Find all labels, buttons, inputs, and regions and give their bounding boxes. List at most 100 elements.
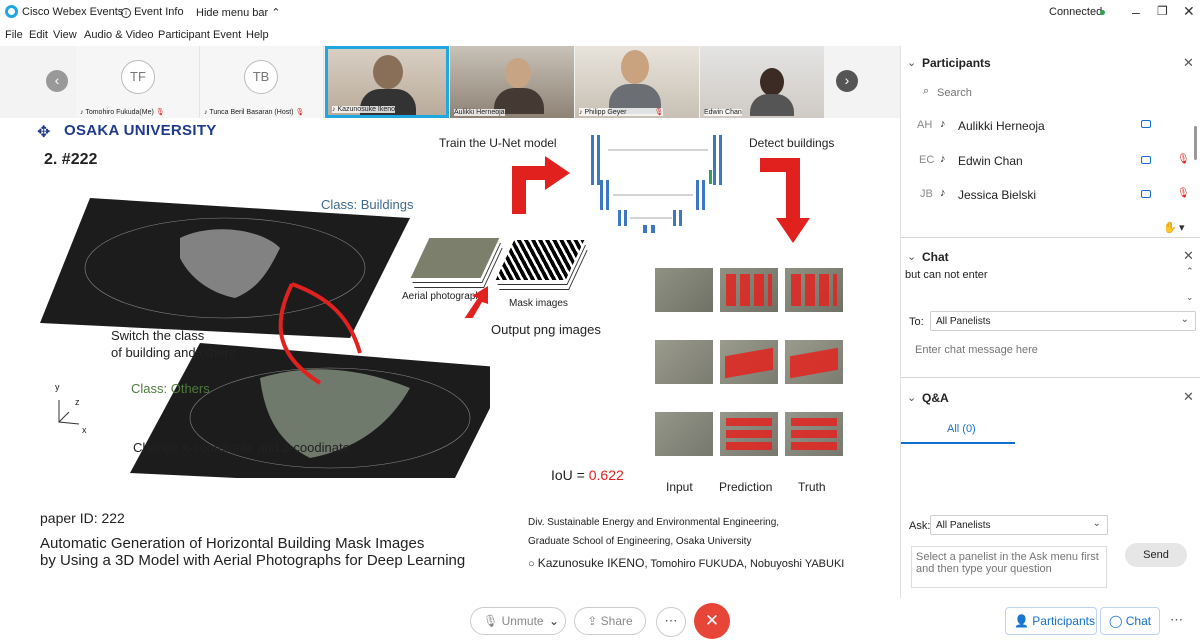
leave-meeting-button[interactable]: ✕ — [694, 603, 730, 639]
qa-collapse-icon[interactable]: ⌄ — [907, 391, 916, 404]
menu-help[interactable]: Help — [246, 29, 269, 41]
chevron-down-icon: ⌄ — [548, 614, 559, 628]
participants-close-icon[interactable]: ✕ — [1183, 55, 1194, 71]
strip-next-button[interactable]: › — [836, 70, 858, 92]
ask-label: Ask: — [909, 520, 931, 532]
menu-event[interactable]: Event — [213, 29, 241, 41]
class-others-label: Class: Others — [131, 381, 210, 396]
more-options-button[interactable]: ⋯ — [656, 607, 686, 637]
col-prediction-label: Prediction — [719, 480, 773, 494]
more-reactions-icon[interactable]: ▾ — [1179, 221, 1185, 234]
detect-arrow-icon — [760, 158, 810, 243]
title-bar: Cisco Webex Events i Event Info Hide men… — [0, 0, 1200, 24]
video-philipp[interactable]: ♪ Philipp Geyer 🎙 — [575, 46, 699, 118]
raise-hand-icon[interactable]: ✋ — [1163, 221, 1177, 234]
search-input[interactable] — [937, 84, 1177, 102]
paper-title-line-2: by Using a 3D Model with Aerial Photogra… — [40, 552, 466, 569]
to-select[interactable]: All Panelists ⌄ — [930, 311, 1196, 331]
input-image-3 — [655, 412, 713, 456]
paper-id: paper ID: 222 — [40, 510, 125, 526]
muted-mic-icon: 🎙 — [155, 109, 165, 116]
train-arrow-icon — [512, 156, 570, 214]
menu-view[interactable]: View — [53, 29, 77, 41]
presenter-circle-icon: ○ — [528, 558, 538, 570]
menu-participant[interactable]: Participant — [158, 29, 210, 41]
search-icon: ⌕ — [923, 85, 930, 97]
chat-close-icon[interactable]: ✕ — [1183, 248, 1194, 264]
qa-close-icon[interactable]: ✕ — [1183, 389, 1194, 405]
participants-collapse-icon[interactable]: ⌄ — [907, 56, 916, 69]
divider — [901, 237, 1200, 238]
participant-name: Aulikki Herneoja — [958, 119, 1045, 133]
tile-tf[interactable]: TF ♪ Tomohiro Fukuda(Me) 🎙 — [76, 46, 200, 118]
connection-status: Connected — [1049, 6, 1103, 18]
share-button[interactable]: ⇪ Share — [574, 607, 646, 635]
video-name: ♪ Philipp Geyer 🎙 — [579, 108, 664, 116]
person-silhouette — [505, 58, 531, 88]
switch-line-1: Switch the class — [111, 328, 205, 343]
chat-scroll-down-icon[interactable]: ⌄ — [1186, 292, 1194, 303]
video-name: Aulikki Herneoja — [454, 109, 505, 116]
chat-button-label: Chat — [1125, 614, 1152, 628]
muted-mic-icon: 🎙 — [1177, 188, 1190, 199]
truth-image-2 — [785, 340, 843, 384]
input-image-2 — [655, 340, 713, 384]
truth-image-3 — [785, 412, 843, 456]
participant-row[interactable]: EC ♪ Edwin Chan 🎙 — [901, 151, 1191, 171]
unmute-label: Unmute — [501, 614, 544, 628]
hide-menu-button[interactable]: Hide menu bar ⌃ — [196, 6, 280, 19]
connected-dot-icon — [1100, 10, 1105, 15]
menu-audio-video[interactable]: Audio & Video — [84, 29, 154, 41]
send-button[interactable]: Send — [1125, 543, 1187, 567]
video-aulikki[interactable]: Aulikki Herneoja — [450, 46, 574, 118]
chat-scroll-up-icon[interactable]: ⌃ — [1186, 266, 1194, 277]
video-name: ♪ Kazunosuke Ikeno — [332, 106, 396, 113]
restore-button[interactable]: ❐ — [1157, 4, 1168, 18]
participant-row[interactable]: JB ♪ Jessica Bielski 🎙 — [901, 185, 1191, 205]
qa-tab-all[interactable]: All (0) — [947, 423, 976, 435]
unet-diagram — [591, 135, 722, 233]
paper-title-line-1: Automatic Generation of Horizontal Build… — [40, 535, 425, 552]
unmute-button[interactable]: 🎙 Unmute ⌄ — [470, 607, 566, 635]
chevron-up-icon: ⌃ — [271, 7, 281, 19]
iou-value: 0.622 — [588, 467, 624, 483]
chat-collapse-icon[interactable]: ⌄ — [907, 250, 916, 263]
more-panels-button[interactable]: ⋯ — [1170, 607, 1192, 635]
event-info-button[interactable]: i Event Info — [121, 6, 184, 18]
video-edwin[interactable]: Edwin Chan — [700, 46, 824, 118]
webex-logo-icon — [5, 5, 18, 18]
question-input[interactable] — [911, 546, 1107, 588]
participant-row[interactable]: AH ♪ Aulikki Herneoja — [901, 116, 1191, 136]
person-shirt — [750, 94, 794, 116]
menu-edit[interactable]: Edit — [29, 29, 48, 41]
strip-prev-button[interactable]: ‹ — [46, 70, 68, 92]
truth-image-1 — [785, 268, 843, 312]
participants-panel-button[interactable]: 👤 Participants — [1005, 607, 1097, 635]
authors-line: ○ Kazunosuke IKENO, Tomohiro FUKUDA, Nob… — [528, 556, 845, 570]
tile-name: ♪ Tomohiro Fukuda(Me) 🎙 — [80, 109, 165, 116]
close-window-button[interactable]: ✕ — [1183, 3, 1195, 20]
avatar: JB — [920, 188, 933, 200]
axis-y-label: y — [55, 382, 60, 392]
right-panel: ⌄ Participants ✕ ⌕ AH ♪ Aulikki Herneoja… — [900, 46, 1200, 598]
participants-scrollbar[interactable] — [1194, 126, 1197, 160]
minimize-button[interactable]: – — [1132, 4, 1140, 20]
tile-name: ♪ Tunca Beril Basaran (Host) 🎙 — [204, 109, 305, 116]
participant-search[interactable]: ⌕ — [915, 84, 1181, 102]
participants-icon: 👤 — [1014, 614, 1033, 628]
ask-select[interactable]: All Panelists ⌄ — [930, 515, 1108, 535]
avatar: TB — [244, 60, 278, 94]
chat-panel-button[interactable]: ◯ Chat — [1100, 607, 1160, 635]
chat-message-input[interactable] — [915, 340, 1185, 360]
axes-icon — [58, 400, 80, 425]
video-kazunosuke[interactable]: ♪ Kazunosuke Ikeno — [325, 46, 449, 118]
chat-header: Chat — [922, 250, 949, 264]
input-image-1 — [655, 268, 713, 312]
menu-file[interactable]: File — [5, 29, 23, 41]
chat-icon: ◯ — [1109, 614, 1126, 628]
affiliation-line-2: Graduate School of Engineering, Osaka Un… — [528, 536, 752, 547]
person-silhouette — [621, 50, 649, 84]
change-coord-label: Change x-coordinate and z-coodinate — [133, 440, 350, 455]
to-select-value: All Panelists — [936, 316, 991, 327]
tile-tb[interactable]: TB ♪ Tunca Beril Basaran (Host) 🎙 — [200, 46, 324, 118]
